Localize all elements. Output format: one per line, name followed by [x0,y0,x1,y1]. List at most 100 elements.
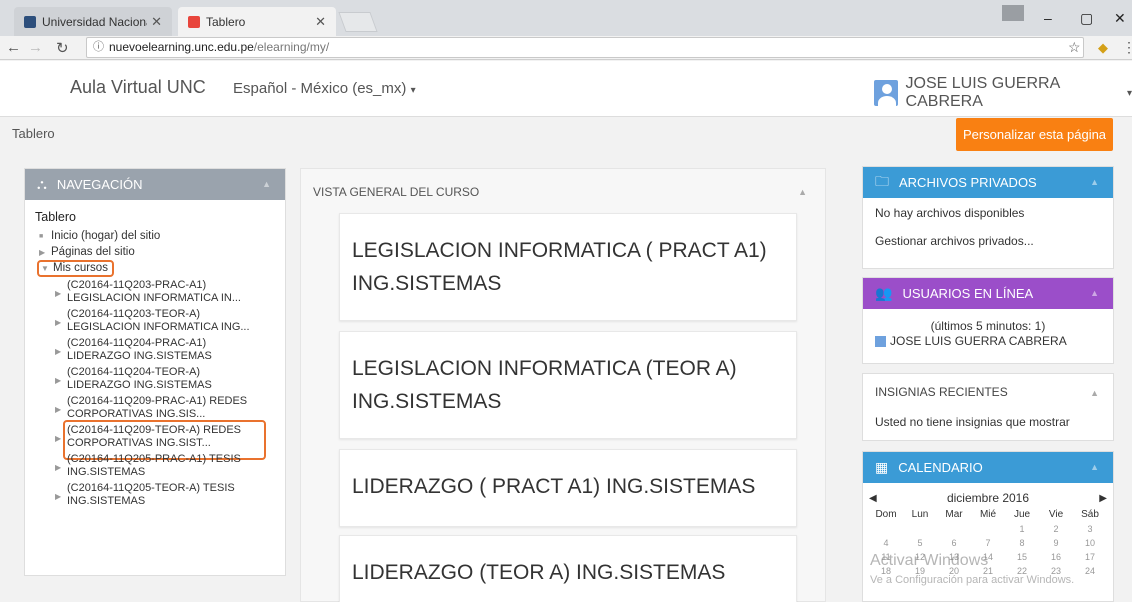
collapse-icon[interactable]: ▲ [1090,177,1099,187]
calendar-weekday: Mié [979,509,997,520]
collapse-icon[interactable]: ▲ [798,187,807,197]
expand-icon: ▶ [39,247,46,257]
course-card[interactable]: LIDERAZGO ( PRACT A1) ING.SISTEMAS [339,449,797,527]
minimize-button[interactable]: – [1044,10,1052,26]
manage-files-link[interactable]: Gestionar archivos privados... [875,234,1101,248]
browser-tab-bar: Universidad Nacional de ✕ Tablero ✕ – ▢ … [0,0,1132,36]
close-window-button[interactable]: ✕ [1114,10,1126,27]
collapse-icon[interactable]: ▲ [1090,288,1099,298]
collapse-icon[interactable]: ▲ [262,179,271,189]
navigation-block: ⛬ NAVEGACIÓN ▲ Tablero ■ Inicio (hogar) … [24,168,286,576]
calendar-day[interactable]: 15 [1005,552,1039,562]
university-favicon-icon [24,15,36,28]
block-title: ARCHIVOS PRIVADOS [899,175,1037,190]
calendar-day[interactable]: 17 [1073,552,1107,562]
collapse-icon[interactable]: ▲ [1090,388,1099,398]
expand-icon: ▶ [55,434,62,443]
reload-icon[interactable]: ↻ [56,39,69,57]
calendar-day[interactable]: 4 [869,538,903,548]
calendar-day[interactable]: 1 [1005,524,1039,534]
online-user-link[interactable]: JOSE LUIS GUERRA CABRERA [890,334,1067,348]
calendar-day[interactable]: 3 [1073,524,1107,534]
profile-icon[interactable] [1002,5,1024,21]
nav-course-item[interactable]: ▶ (C20164-11Q204-PRAC-A1) LIDERAZGO ING.S… [35,337,275,363]
calendar-day[interactable]: 24 [1073,566,1107,576]
nav-course-item[interactable]: ▶ (C20164-11Q203-TEOR-A) LEGISLACION INFO… [35,308,275,334]
user-menu[interactable]: JOSE LUIS GUERRA CABRERA ▾ [874,75,1132,111]
calendar-day [971,524,1005,534]
folder-icon: 🗀 [875,172,889,189]
avatar [874,80,898,106]
info-icon[interactable]: ⓘ [93,38,104,57]
nav-course-item[interactable]: ▶ (C20164-11Q205-PRAC-A1) TESIS ING.SISTE… [35,453,275,479]
course-card[interactable]: LIDERAZGO (TEOR A) ING.SISTEMAS [339,535,797,602]
calendar-day[interactable]: 10 [1073,538,1107,548]
course-name: LIDERAZGO ING.SISTEMAS [67,379,212,391]
calendar-day[interactable]: 7 [971,538,1005,548]
calendar-day[interactable]: 8 [1005,538,1039,548]
user-avatar-icon [875,335,886,347]
prev-month-icon[interactable]: ◀ [869,493,877,504]
expand-icon: ▶ [55,347,62,356]
calendar-day[interactable]: 9 [1039,538,1073,548]
chevron-down-icon: ▾ [1126,87,1132,99]
course-card[interactable]: LEGISLACION INFORMATICA ( PRACT A1) ING.… [339,213,797,321]
next-month-icon[interactable]: ▶ [1099,493,1107,504]
url-input[interactable]: ⓘ nuevoelearning.unc.edu.pe/elearning/my… [86,37,1084,58]
windows-activation-hint: Ve a Configuración para activar Windows. [870,574,1075,586]
course-code: (C20164-11Q203-TEOR-A) [67,308,201,320]
collapse-icon[interactable]: ▲ [1090,462,1099,472]
course-name: CORPORATIVAS ING.SIST... [67,437,211,449]
back-arrow-icon[interactable]: ← [6,39,21,56]
nav-course-item[interactable]: ▶ (C20164-11Q204-TEOR-A) LIDERAZGO ING.SI… [35,366,275,392]
bookmark-star-icon[interactable]: ☆ [1068,39,1081,56]
course-code: (C20164-11Q205-TEOR-A) TESIS [67,482,235,494]
course-name: ING.SISTEMAS [67,495,146,507]
nav-course-item[interactable]: ▶ (C20164-11Q205-TEOR-A) TESIS ING.SISTEM… [35,482,275,508]
browser-tab-unc[interactable]: Universidad Nacional de ✕ [14,7,172,36]
calendar-month-label[interactable]: diciembre 2016 [947,491,1029,505]
course-title-link[interactable]: LEGISLACION INFORMATICA ( PRACT A1) ING.… [352,239,767,295]
calendar-weekday: Vie [1048,509,1064,520]
expand-icon: ▶ [55,492,62,501]
tab-title: Tablero [206,14,246,29]
extension-icon[interactable]: ◆ [1098,40,1108,56]
maximize-button[interactable]: ▢ [1080,10,1093,27]
calendar-day[interactable]: 2 [1039,524,1073,534]
course-title-link[interactable]: LIDERAZGO ( PRACT A1) ING.SISTEMAS [352,475,755,498]
online-users-summary: (últimos 5 minutos: 1) [930,319,1046,333]
browser-tab-tablero[interactable]: Tablero ✕ [178,7,336,36]
nav-item-site-home[interactable]: ■ Inicio (hogar) del sitio [35,228,275,244]
collapse-icon: ▼ [41,263,49,273]
customize-page-button[interactable]: Personalizar esta página [956,118,1113,151]
calendar-day[interactable]: 5 [903,538,937,548]
nav-root-dashboard[interactable]: Tablero [35,210,275,224]
users-icon: 👥 [875,285,893,301]
site-navbar: Aula Virtual UNC Español - México (es_mx… [0,61,1132,117]
close-tab-icon[interactable]: ✕ [151,14,162,30]
course-card[interactable]: LEGISLACION INFORMATICA (TEOR A) ING.SIS… [339,331,797,439]
site-brand-link[interactable]: Aula Virtual UNC [70,77,206,98]
nav-item-site-pages[interactable]: ▶ Páginas del sitio [35,244,275,260]
browser-menu-icon[interactable]: ⋮ [1122,39,1132,56]
no-badges-text: Usted no tiene insignias que mostrar [875,415,1070,429]
calendar-day[interactable]: 6 [937,538,971,548]
course-name: LIDERAZGO ING.SISTEMAS [67,350,212,362]
course-code: (C20164-11Q204-TEOR-A) [67,366,201,378]
course-title-link[interactable]: LEGISLACION INFORMATICA (TEOR A) ING.SIS… [352,357,737,413]
language-menu[interactable]: Español - México (es_mx) ▾ [233,80,416,97]
breadcrumb[interactable]: Tablero [12,126,55,141]
nav-course-item-highlighted[interactable]: ▶ (C20164-11Q209-TEOR-A) REDES CORPORATIV… [35,420,275,460]
forward-arrow-icon[interactable]: → [28,39,43,56]
nav-course-item[interactable]: ▶ (C20164-11Q203-PRAC-A1) LEGISLACION INF… [35,279,275,305]
close-tab-icon[interactable]: ✕ [315,14,326,30]
online-users-header: 👥 USUARIOS EN LÍNEA ▲ [863,278,1113,309]
course-name: CORPORATIVAS ING.SIS... [67,408,206,420]
course-title-link[interactable]: LIDERAZGO (TEOR A) ING.SISTEMAS [352,561,725,584]
new-tab-button[interactable] [338,12,378,32]
course-code: (C20164-11Q205-PRAC-A1) TESIS [67,453,241,465]
nav-course-item[interactable]: ▶ (C20164-11Q209-PRAC-A1) REDES CORPORATI… [35,395,275,421]
nav-item-my-courses[interactable]: ▼ Mis cursos [37,259,114,277]
calendar-day[interactable]: 16 [1039,552,1073,562]
block-title: CALENDARIO [898,460,983,475]
